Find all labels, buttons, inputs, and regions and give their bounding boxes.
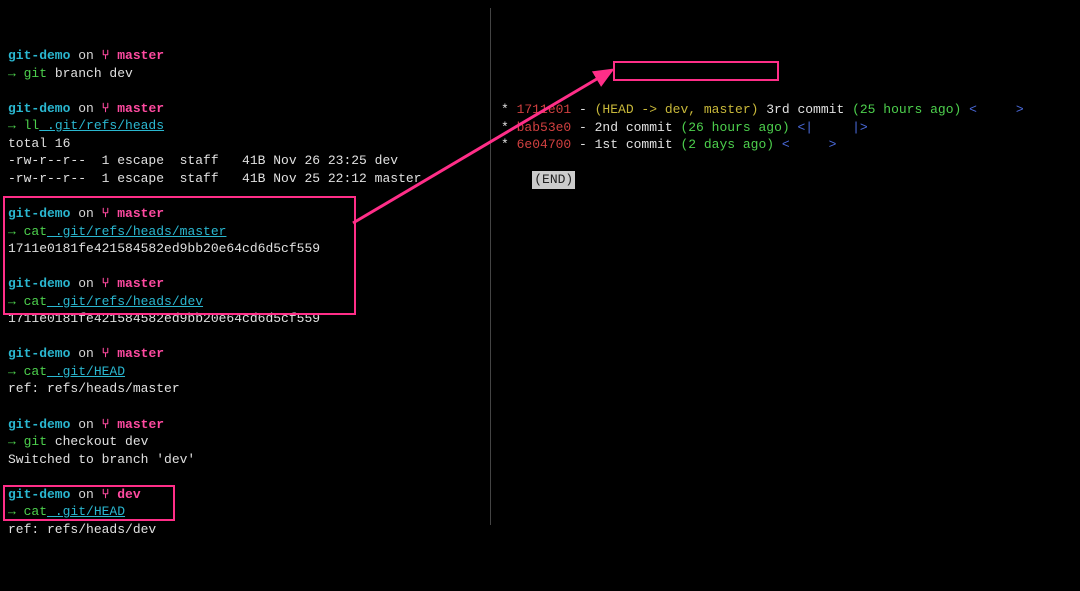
commit-message: 1st commit <box>595 137 681 152</box>
output-line: ref: refs/heads/master <box>8 380 482 398</box>
command-line[interactable]: → cat .git/HEAD <box>8 363 482 381</box>
left-terminal-pane[interactable]: git-demo on ⑂ master→ git branch dev git… <box>0 8 491 525</box>
prompt-arrow-icon: → <box>8 434 24 449</box>
branch-name: master <box>109 417 164 432</box>
command: git <box>24 66 47 81</box>
dir-name: git-demo <box>8 206 70 221</box>
on-word: on <box>70 487 101 502</box>
command-line[interactable]: → git checkout dev <box>8 433 482 451</box>
prompt-arrow-icon: → <box>8 118 24 133</box>
dir-name: git-demo <box>8 101 70 116</box>
command-args: checkout dev <box>47 434 148 449</box>
prompt-arrow-icon: → <box>8 66 24 81</box>
branch-name: master <box>109 48 164 63</box>
blank-line <box>8 187 482 205</box>
prompt-context: git-demo on ⑂ master <box>8 275 482 293</box>
command-args: branch dev <box>47 66 133 81</box>
pager-end-marker: (END) <box>532 171 575 189</box>
command: git <box>24 434 47 449</box>
author-bracket: < > <box>961 102 1023 117</box>
blank-line <box>8 82 482 100</box>
output-line: ref: refs/heads/dev <box>8 521 482 539</box>
blank-line <box>8 398 482 416</box>
graph-marker: * <box>501 102 517 117</box>
commit-age: (25 hours ago) <box>852 102 961 117</box>
command-args: .git/refs/heads/master <box>47 224 226 239</box>
command-line[interactable]: → cat .git/refs/heads/master <box>8 223 482 241</box>
graph-marker: * <box>501 137 517 152</box>
output-line: -rw-r--r-- 1 escape staff 41B Nov 25 22:… <box>8 170 482 188</box>
branch-name: dev <box>109 487 140 502</box>
output-line: 1711e0181fe421584582ed9bb20e64cd6d5cf559 <box>8 240 482 258</box>
output-line: Switched to branch 'dev' <box>8 451 482 469</box>
blank-line <box>8 328 482 346</box>
prompt-context: git-demo on ⑂ master <box>8 100 482 118</box>
command: cat <box>24 294 47 309</box>
command-line[interactable]: → cat .git/HEAD <box>8 503 482 521</box>
prompt-context: git-demo on ⑂ master <box>8 47 482 65</box>
branch-name: master <box>109 101 164 116</box>
commit-age: (26 hours ago) <box>680 120 789 135</box>
right-terminal-pane[interactable]: * 1711e01 - (HEAD -> dev, master) 3rd co… <box>491 8 1080 525</box>
author-bracket: < > <box>774 137 836 152</box>
dir-name: git-demo <box>8 417 70 432</box>
on-word: on <box>70 346 101 361</box>
command-args: .git/HEAD <box>47 504 125 519</box>
command-args: .git/refs/heads <box>39 118 164 133</box>
on-word: on <box>70 101 101 116</box>
on-word: on <box>70 276 101 291</box>
blank-line <box>8 468 482 486</box>
branch-name: master <box>109 276 164 291</box>
command-line[interactable]: → ll .git/refs/heads <box>8 117 482 135</box>
command-args: .git/refs/heads/dev <box>47 294 203 309</box>
commit-age: (2 days ago) <box>680 137 774 152</box>
output-line: -rw-r--r-- 1 escape staff 41B Nov 26 23:… <box>8 152 482 170</box>
command: cat <box>24 364 47 379</box>
separator: - <box>571 102 594 117</box>
command: ll <box>24 118 40 133</box>
command: cat <box>24 224 47 239</box>
dir-name: git-demo <box>8 48 70 63</box>
on-word: on <box>70 48 101 63</box>
commit-hash: 1711e01 <box>517 102 572 117</box>
commit-message: 2nd commit <box>595 120 681 135</box>
prompt-arrow-icon: → <box>8 224 24 239</box>
prompt-arrow-icon: → <box>8 294 24 309</box>
prompt-context: git-demo on ⑂ dev <box>8 486 482 504</box>
separator: - <box>571 120 594 135</box>
commit-hash: 6e04700 <box>517 137 572 152</box>
prompt-arrow-icon: → <box>8 364 24 379</box>
prompt-context: git-demo on ⑂ master <box>8 416 482 434</box>
output-line: total 16 <box>8 135 482 153</box>
prompt-arrow-icon: → <box>8 504 24 519</box>
separator: - <box>571 137 594 152</box>
dir-name: git-demo <box>8 276 70 291</box>
git-log-line: * 1711e01 - (HEAD -> dev, master) 3rd co… <box>501 101 1072 119</box>
commit-message: 3rd commit <box>758 102 852 117</box>
on-word: on <box>70 206 101 221</box>
commit-hash: bab53e0 <box>517 120 572 135</box>
on-word: on <box>70 417 101 432</box>
author-bracket: <| |> <box>790 120 868 135</box>
output-line: 1711e0181fe421584582ed9bb20e64cd6d5cf559 <box>8 310 482 328</box>
dir-name: git-demo <box>8 346 70 361</box>
git-log-line: * bab53e0 - 2nd commit (26 hours ago) <|… <box>501 119 1072 137</box>
blank-line <box>8 258 482 276</box>
git-log-line: * 6e04700 - 1st commit (2 days ago) < > <box>501 136 1072 154</box>
command-line[interactable]: → git branch dev <box>8 65 482 83</box>
blank-line <box>8 538 482 556</box>
dir-name: git-demo <box>8 487 70 502</box>
command-line[interactable]: → cat .git/refs/heads/dev <box>8 293 482 311</box>
command-args: .git/HEAD <box>47 364 125 379</box>
branch-name: master <box>109 346 164 361</box>
terminal-split-view: git-demo on ⑂ master→ git branch dev git… <box>0 0 1080 525</box>
command: cat <box>24 504 47 519</box>
branch-name: master <box>109 206 164 221</box>
graph-marker: * <box>501 120 517 135</box>
prompt-context: git-demo on ⑂ master <box>8 345 482 363</box>
refs-decoration: (HEAD -> dev, master) <box>595 102 759 117</box>
prompt-context: git-demo on ⑂ master <box>8 205 482 223</box>
